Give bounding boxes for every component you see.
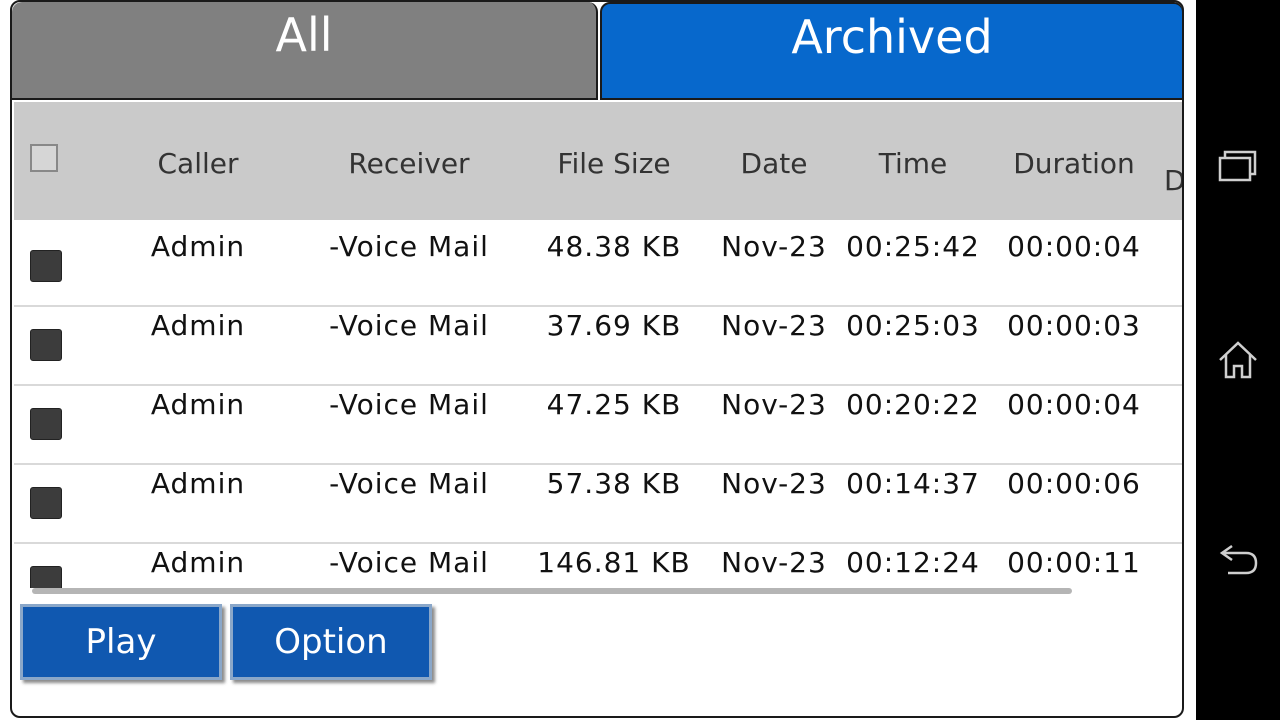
date-cell: Nov-23 bbox=[721, 309, 827, 342]
caller-cell: Admin bbox=[150, 467, 246, 500]
time-cell: 00:25:42 bbox=[846, 230, 980, 263]
receiver-cell: -Voice Mail bbox=[329, 546, 489, 579]
tab-archived-label: Archived bbox=[791, 10, 993, 64]
row-checkbox[interactable] bbox=[30, 250, 62, 282]
caller-cell: Admin bbox=[150, 546, 246, 579]
tab-all[interactable]: All bbox=[12, 2, 598, 100]
row-checkbox[interactable] bbox=[30, 566, 62, 588]
file-size-cell: 37.69 KB bbox=[546, 309, 682, 342]
date-cell: Nov-23 bbox=[721, 467, 827, 500]
column-time[interactable]: Time bbox=[879, 147, 948, 180]
option-button[interactable]: Option bbox=[230, 604, 432, 680]
time-cell: 00:25:03 bbox=[846, 309, 980, 342]
receiver-cell: -Voice Mail bbox=[329, 309, 489, 342]
row-checkbox[interactable] bbox=[30, 487, 62, 519]
tab-archived[interactable]: Archived bbox=[600, 2, 1182, 100]
time-cell: 00:12:24 bbox=[846, 546, 980, 579]
duration-cell: 00:00:03 bbox=[1007, 309, 1141, 342]
receiver-cell: -Voice Mail bbox=[329, 388, 489, 421]
date-cell: Nov-23 bbox=[721, 546, 827, 579]
column-receiver[interactable]: Receiver bbox=[348, 147, 469, 180]
caller-cell: Admin bbox=[150, 309, 246, 342]
app-frame: All Archived Caller Receiver File Size D… bbox=[10, 0, 1184, 718]
date-cell: Nov-23 bbox=[721, 388, 827, 421]
column-file-size[interactable]: File Size bbox=[557, 147, 670, 180]
receiver-cell: -Voice Mail bbox=[329, 467, 489, 500]
time-cell: 00:20:22 bbox=[846, 388, 980, 421]
column-duration[interactable]: Duration bbox=[1013, 147, 1135, 180]
duration-cell: 00:00:04 bbox=[1007, 230, 1141, 263]
file-size-cell: 57.38 KB bbox=[546, 467, 682, 500]
recent-apps-icon[interactable] bbox=[1216, 143, 1260, 187]
file-size-cell: 146.81 KB bbox=[537, 546, 691, 579]
home-icon[interactable] bbox=[1216, 338, 1260, 382]
table-row[interactable]: Admin -Voice Mail 47.25 KB Nov-23 00:20:… bbox=[14, 386, 1182, 465]
date-cell: Nov-23 bbox=[721, 230, 827, 263]
row-checkbox[interactable] bbox=[30, 329, 62, 361]
table-header: Caller Receiver File Size Date Time Dura… bbox=[14, 102, 1182, 220]
file-size-cell: 47.25 KB bbox=[546, 388, 682, 421]
caller-cell: Admin bbox=[150, 230, 246, 263]
row-checkbox[interactable] bbox=[30, 408, 62, 440]
select-all-checkbox[interactable] bbox=[30, 144, 58, 172]
duration-cell: 00:00:06 bbox=[1007, 467, 1141, 500]
column-date[interactable]: Date bbox=[741, 147, 808, 180]
tab-all-label: All bbox=[275, 8, 333, 62]
receiver-cell: -Voice Mail bbox=[329, 230, 489, 263]
file-size-cell: 48.38 KB bbox=[546, 230, 682, 263]
play-button[interactable]: Play bbox=[20, 604, 222, 680]
table-row[interactable]: Admin -Voice Mail 146.81 KB Nov-23 00:12… bbox=[14, 544, 1182, 588]
table-row[interactable]: Admin -Voice Mail 57.38 KB Nov-23 00:14:… bbox=[14, 465, 1182, 544]
column-caller[interactable]: Caller bbox=[157, 147, 238, 180]
duration-cell: 00:00:11 bbox=[1007, 546, 1141, 579]
caller-cell: Admin bbox=[150, 388, 246, 421]
back-icon[interactable] bbox=[1216, 538, 1260, 582]
recordings-list[interactable]: Admin -Voice Mail 48.38 KB Nov-23 00:25:… bbox=[14, 228, 1182, 588]
system-nav-bar bbox=[1196, 0, 1280, 720]
table-row[interactable]: Admin -Voice Mail 48.38 KB Nov-23 00:25:… bbox=[14, 228, 1182, 307]
duration-cell: 00:00:04 bbox=[1007, 388, 1141, 421]
table-row[interactable]: Admin -Voice Mail 37.69 KB Nov-23 00:25:… bbox=[14, 307, 1182, 386]
time-cell: 00:14:37 bbox=[846, 467, 980, 500]
tab-bar: All Archived bbox=[12, 2, 1182, 102]
column-truncated[interactable]: D bbox=[1164, 164, 1182, 197]
horizontal-scrollbar[interactable] bbox=[32, 588, 1072, 594]
